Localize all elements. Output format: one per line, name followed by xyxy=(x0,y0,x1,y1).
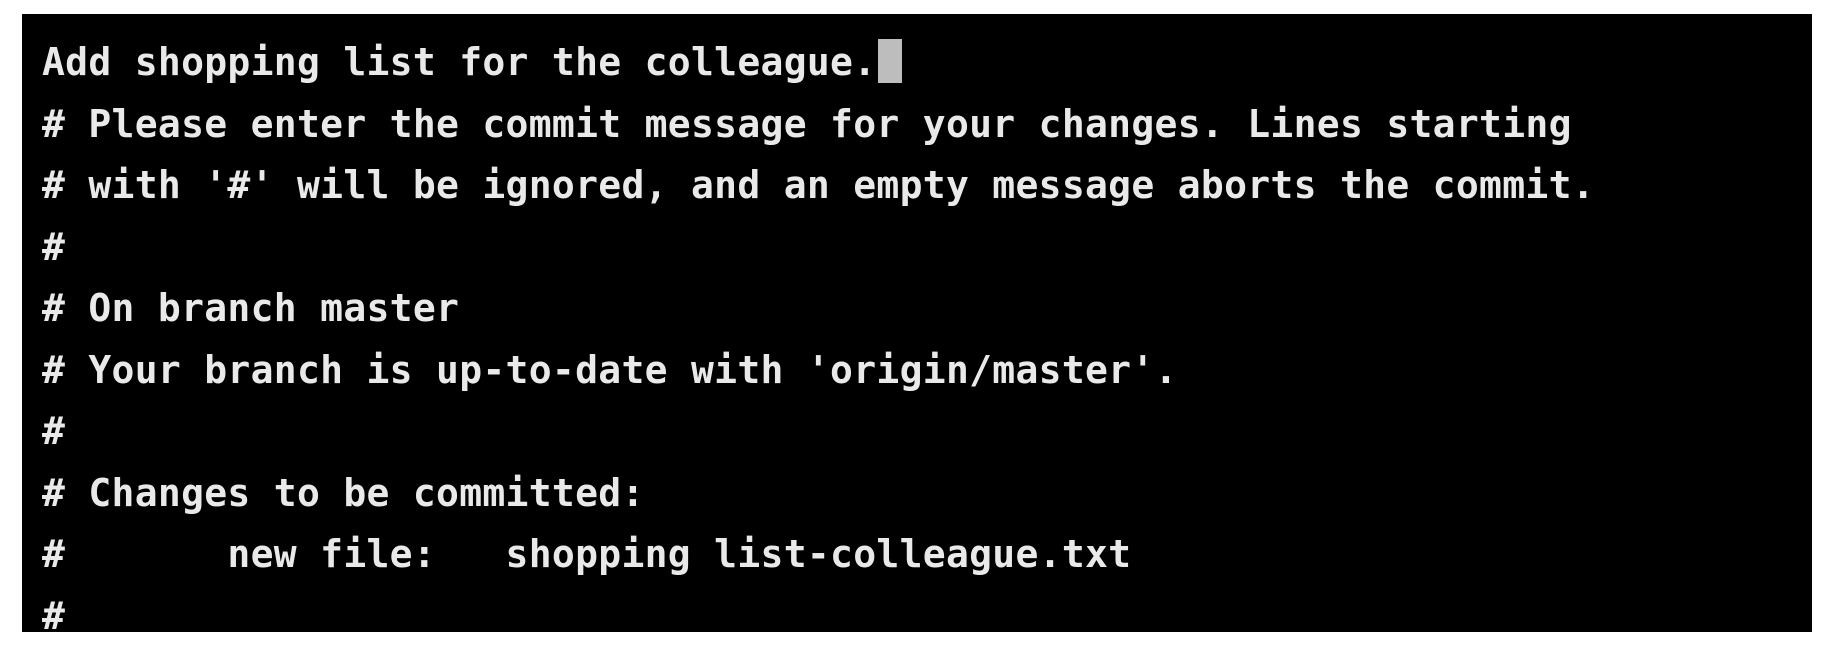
commit-message-text[interactable]: Add shopping list for the colleague. xyxy=(42,40,876,84)
comment-line: # with '#' will be ignored, and an empty… xyxy=(42,163,1595,207)
comment-line: # xyxy=(42,224,66,269)
comment-line-new-file: # new file: shopping list-colleague.txt xyxy=(42,532,1132,576)
terminal-window: Add shopping list for the colleague. # P… xyxy=(22,14,1812,632)
commit-message-line[interactable]: Add shopping list for the colleague. xyxy=(42,32,1802,94)
comment-line: # xyxy=(42,409,66,453)
commit-message-editor[interactable]: Add shopping list for the colleague. # P… xyxy=(42,32,1802,632)
comment-line-branch-status: # Your branch is up-to-date with 'origin… xyxy=(42,347,1178,392)
comment-line: # xyxy=(42,593,66,633)
comment-line-branch: # On branch master xyxy=(42,286,460,330)
comment-line-changes-header: # Changes to be committed: xyxy=(42,470,645,515)
text-cursor xyxy=(878,39,903,83)
comment-line: # Please enter the commit message for yo… xyxy=(42,101,1572,146)
